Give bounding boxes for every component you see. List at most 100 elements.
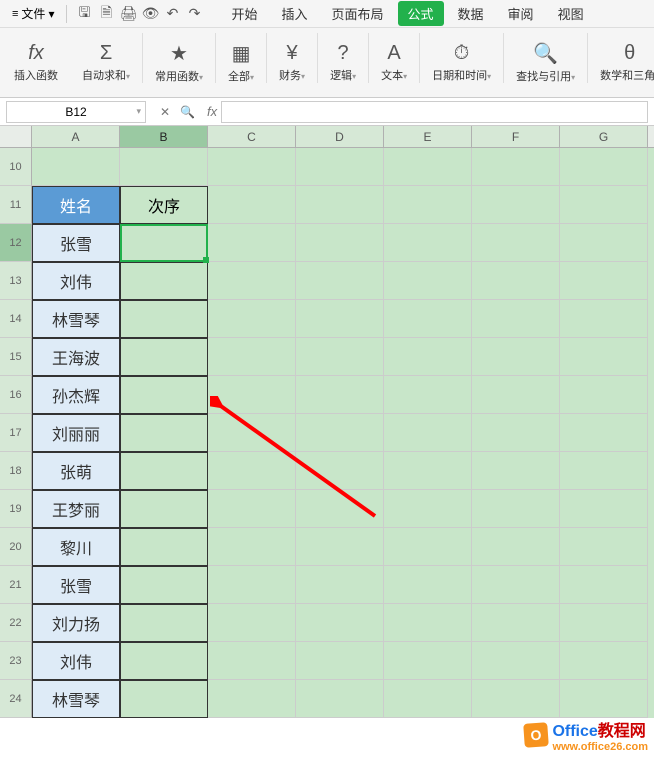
cell-D23[interactable] [296, 642, 384, 680]
tab-review[interactable]: 审阅 [498, 1, 544, 26]
cell-G23[interactable] [560, 642, 648, 680]
tab-start[interactable]: 开始 [221, 1, 267, 26]
cell-E23[interactable] [384, 642, 472, 680]
cell-D10[interactable] [296, 148, 384, 186]
cell-C12[interactable] [208, 224, 296, 262]
cell-F24[interactable] [472, 680, 560, 718]
cell-B16[interactable] [120, 376, 208, 414]
row-header-23[interactable]: 23 [0, 642, 32, 680]
ribbon-group-8[interactable]: θ数学和三角▾ [592, 33, 654, 93]
cell-C16[interactable] [208, 376, 296, 414]
cell-G21[interactable] [560, 566, 648, 604]
column-header-E[interactable]: E [384, 126, 472, 147]
cell-B14[interactable] [120, 300, 208, 338]
cell-B17[interactable] [120, 414, 208, 452]
cell-C21[interactable] [208, 566, 296, 604]
row-header-11[interactable]: 11 [0, 186, 32, 224]
cell-D18[interactable] [296, 452, 384, 490]
select-all-corner[interactable] [0, 126, 32, 147]
row-header-22[interactable]: 22 [0, 604, 32, 642]
ribbon-group-4[interactable]: ?逻辑▾ [322, 33, 364, 93]
cell-B21[interactable] [120, 566, 208, 604]
cell-D22[interactable] [296, 604, 384, 642]
row-header-14[interactable]: 14 [0, 300, 32, 338]
row-header-24[interactable]: 24 [0, 680, 32, 718]
cell-A20[interactable]: 黎川 [32, 528, 120, 566]
cell-B18[interactable] [120, 452, 208, 490]
tab-view[interactable]: 视图 [548, 1, 594, 26]
cell-E15[interactable] [384, 338, 472, 376]
cell-E20[interactable] [384, 528, 472, 566]
cell-D15[interactable] [296, 338, 384, 376]
cell-G24[interactable] [560, 680, 648, 718]
cell-G18[interactable] [560, 452, 648, 490]
print-preview-icon[interactable]: 👁 [139, 3, 161, 25]
cell-F13[interactable] [472, 262, 560, 300]
cell-E12[interactable] [384, 224, 472, 262]
cell-F23[interactable] [472, 642, 560, 680]
cell-D21[interactable] [296, 566, 384, 604]
print-icon[interactable]: 🖨 [117, 3, 139, 25]
cell-G17[interactable] [560, 414, 648, 452]
cell-A11[interactable]: 姓名 [32, 186, 120, 224]
cell-E22[interactable] [384, 604, 472, 642]
cell-A14[interactable]: 林雪琴 [32, 300, 120, 338]
ribbon-group-5[interactable]: A文本▾ [373, 33, 415, 93]
cell-C23[interactable] [208, 642, 296, 680]
cell-E21[interactable] [384, 566, 472, 604]
row-header-19[interactable]: 19 [0, 490, 32, 528]
cell-C11[interactable] [208, 186, 296, 224]
cell-C17[interactable] [208, 414, 296, 452]
cell-G10[interactable] [560, 148, 648, 186]
name-box[interactable]: B12 ▾ [6, 101, 146, 123]
tab-insert[interactable]: 插入 [271, 1, 317, 26]
cell-A21[interactable]: 张雪 [32, 566, 120, 604]
cell-A13[interactable]: 刘伟 [32, 262, 120, 300]
cancel-icon[interactable]: ✕ [160, 105, 170, 119]
row-header-18[interactable]: 18 [0, 452, 32, 490]
cell-E16[interactable] [384, 376, 472, 414]
cell-G19[interactable] [560, 490, 648, 528]
save-as-icon[interactable]: 🗎 [95, 3, 117, 25]
cell-A19[interactable]: 王梦丽 [32, 490, 120, 528]
cell-E24[interactable] [384, 680, 472, 718]
cell-E14[interactable] [384, 300, 472, 338]
cell-G12[interactable] [560, 224, 648, 262]
zoom-icon[interactable]: 🔍 [180, 105, 195, 119]
row-header-15[interactable]: 15 [0, 338, 32, 376]
cell-A18[interactable]: 张萌 [32, 452, 120, 490]
cell-F15[interactable] [472, 338, 560, 376]
cell-B13[interactable] [120, 262, 208, 300]
cell-E17[interactable] [384, 414, 472, 452]
cell-B23[interactable] [120, 642, 208, 680]
ribbon-group-0[interactable]: Σ自动求和▾ [74, 33, 138, 93]
cell-F22[interactable] [472, 604, 560, 642]
cell-B24[interactable] [120, 680, 208, 718]
column-header-D[interactable]: D [296, 126, 384, 147]
cell-G14[interactable] [560, 300, 648, 338]
cell-E10[interactable] [384, 148, 472, 186]
cell-F14[interactable] [472, 300, 560, 338]
cell-D12[interactable] [296, 224, 384, 262]
cell-A16[interactable]: 孙杰辉 [32, 376, 120, 414]
file-menu[interactable]: ≡ 文件 ▾ [6, 3, 60, 24]
cell-E13[interactable] [384, 262, 472, 300]
cell-D13[interactable] [296, 262, 384, 300]
cell-G20[interactable] [560, 528, 648, 566]
tab-data[interactable]: 数据 [448, 1, 494, 26]
row-header-16[interactable]: 16 [0, 376, 32, 414]
column-header-F[interactable]: F [472, 126, 560, 147]
row-header-10[interactable]: 10 [0, 148, 32, 186]
cell-G16[interactable] [560, 376, 648, 414]
ribbon-group-7[interactable]: 🔍查找与引用▾ [508, 33, 583, 93]
cell-F20[interactable] [472, 528, 560, 566]
row-header-21[interactable]: 21 [0, 566, 32, 604]
row-header-13[interactable]: 13 [0, 262, 32, 300]
tab-page-layout[interactable]: 页面布局 [322, 1, 394, 26]
cell-F16[interactable] [472, 376, 560, 414]
cell-D14[interactable] [296, 300, 384, 338]
cell-A12[interactable]: 张雪 [32, 224, 120, 262]
cell-B20[interactable] [120, 528, 208, 566]
cell-C15[interactable] [208, 338, 296, 376]
column-header-A[interactable]: A [32, 126, 120, 147]
